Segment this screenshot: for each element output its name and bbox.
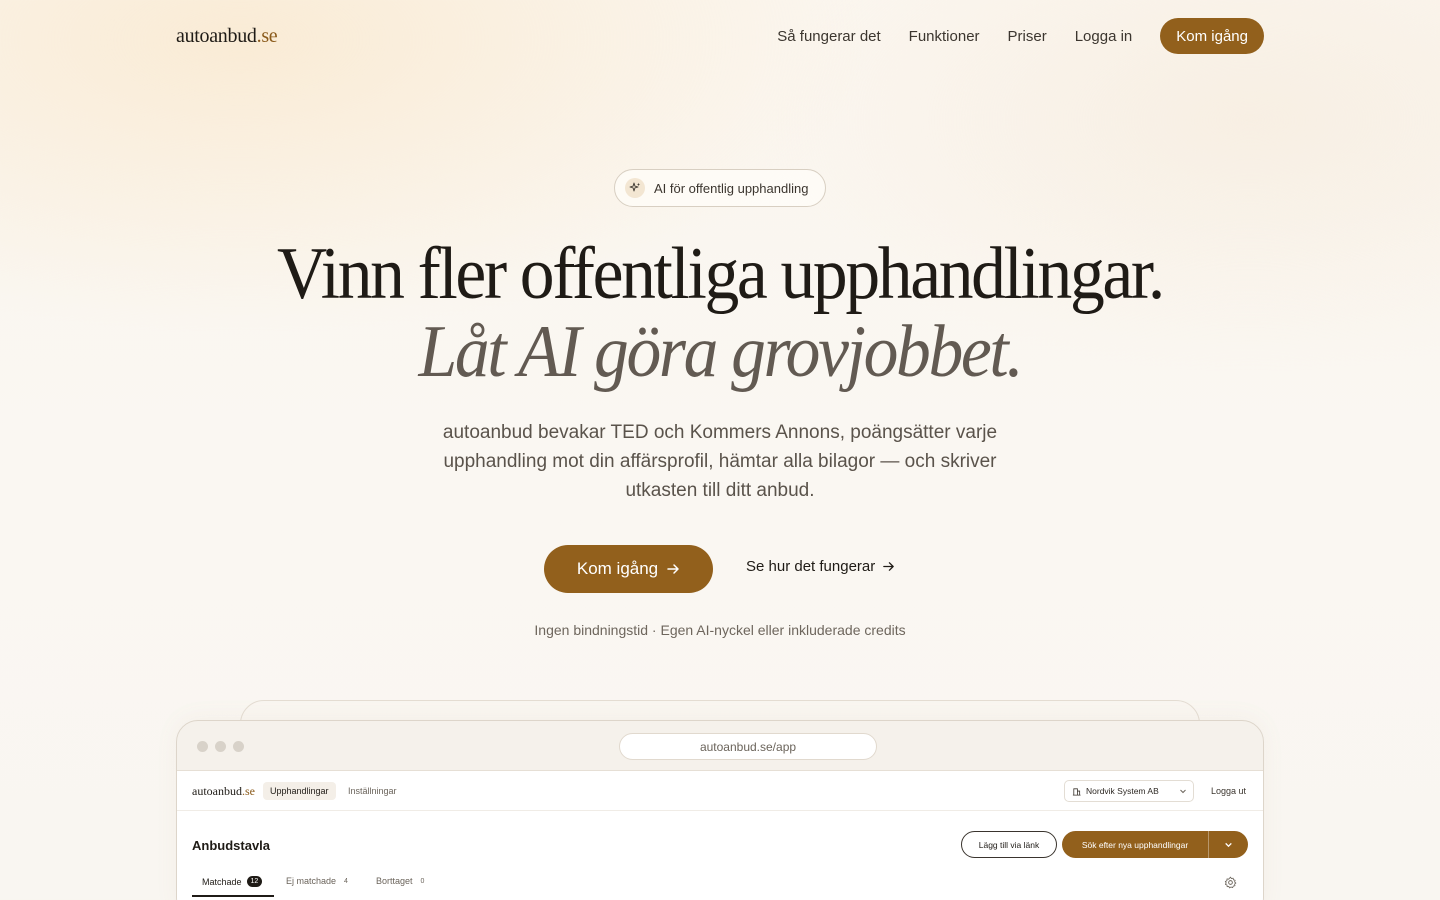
- nav-link-features[interactable]: Funktioner: [909, 28, 980, 45]
- app-nav-settings: Inställningar: [348, 786, 397, 796]
- hero-headline: Vinn fler offentliga upphandlingar.: [277, 233, 1165, 315]
- arrow-right-icon: [882, 560, 895, 573]
- tab-unmatched-label: Ej matchade: [286, 876, 337, 886]
- hero-lead: autoanbud bevakar TED och Kommers Annons…: [442, 422, 998, 501]
- tab-matched-count: 12: [246, 876, 263, 887]
- org-name: Nordvik System AB: [1086, 786, 1159, 796]
- browser-toolbar: autoanbud.se/app: [177, 721, 1263, 771]
- gear-icon: [1224, 876, 1237, 889]
- app-screen: autoanbud.se Upphandlingar Inställningar…: [177, 771, 1263, 900]
- app-logo: autoanbud.se: [192, 784, 255, 799]
- app-nav-procurements: Upphandlingar: [263, 782, 336, 800]
- window-dot: [233, 741, 244, 752]
- search-procurements-label: Sök efter nya upphandlingar: [1081, 839, 1189, 850]
- browser-url-bar: autoanbud.se/app: [619, 733, 877, 760]
- nav-get-started-button[interactable]: Kom igång: [1160, 18, 1264, 54]
- app-logout: Logga ut: [1211, 786, 1247, 796]
- hero-badge: AI för offentlig upphandling: [614, 169, 826, 207]
- board-title: Anbudstavla: [192, 838, 271, 853]
- hero-how-it-works-label: Se hur det fungerar: [746, 558, 876, 575]
- app-logo-tld: .se: [242, 784, 255, 798]
- tab-underline: [192, 895, 274, 897]
- hero-fineprint: Ingen bindningstid · Egen AI-nyckel elle…: [534, 622, 906, 638]
- hero-badge-label: AI för offentlig upphandling: [654, 180, 809, 196]
- tab-removed: Borttaget 0: [376, 876, 424, 886]
- tab-unmatched-count: 4: [344, 877, 348, 885]
- tab-matched-label: Matchade: [202, 876, 242, 887]
- nav-link-pricing[interactable]: Priser: [1008, 28, 1047, 45]
- app-logo-main: autoanbud: [192, 784, 242, 798]
- hero-get-started-label: Kom igång: [576, 559, 659, 578]
- hero-how-it-works-link[interactable]: Se hur det fungerar: [746, 558, 895, 575]
- top-nav: autoanbud.se Så fungerar det Funktioner …: [176, 18, 1264, 54]
- tab-removed-count: 0: [420, 877, 425, 885]
- app-header: autoanbud.se Upphandlingar Inställningar…: [177, 771, 1263, 811]
- logo-tld: .se: [256, 24, 278, 47]
- arrow-right-icon: [666, 562, 680, 576]
- tab-matched: Matchade 12: [202, 876, 263, 887]
- logo-main: autoanbud: [176, 24, 257, 47]
- nav-link-how-it-works[interactable]: Så fungerar det: [777, 28, 880, 45]
- nav-link-login[interactable]: Logga in: [1075, 28, 1133, 45]
- logo[interactable]: autoanbud.se: [176, 24, 278, 48]
- sparkles-icon: [625, 178, 645, 198]
- chevron-down-icon: [1179, 787, 1187, 795]
- board-tabs: Matchade 12 Ej matchade 4 Borttaget 0: [192, 871, 1252, 897]
- window-dot: [215, 741, 226, 752]
- org-select: Nordvik System AB: [1064, 780, 1194, 802]
- hero-headline-italic: Låt AI göra grovjobbet.: [418, 311, 1024, 393]
- nav-links: Så fungerar det Funktioner Priser Logga …: [749, 18, 1264, 54]
- search-procurements-button: Sök efter nya upphandlingar: [1062, 831, 1248, 858]
- hero-get-started-button[interactable]: Kom igång: [544, 545, 713, 593]
- tab-removed-label: Borttaget: [376, 876, 413, 886]
- building-icon: [1072, 787, 1081, 796]
- chevron-down-icon: [1209, 840, 1248, 849]
- browser-mockup: autoanbud.se/app autoanbud.se Upphandlin…: [176, 720, 1264, 900]
- tab-unmatched: Ej matchade 4: [286, 876, 348, 886]
- add-via-link-button: Lägg till via länk: [961, 831, 1057, 858]
- window-dot: [197, 741, 208, 752]
